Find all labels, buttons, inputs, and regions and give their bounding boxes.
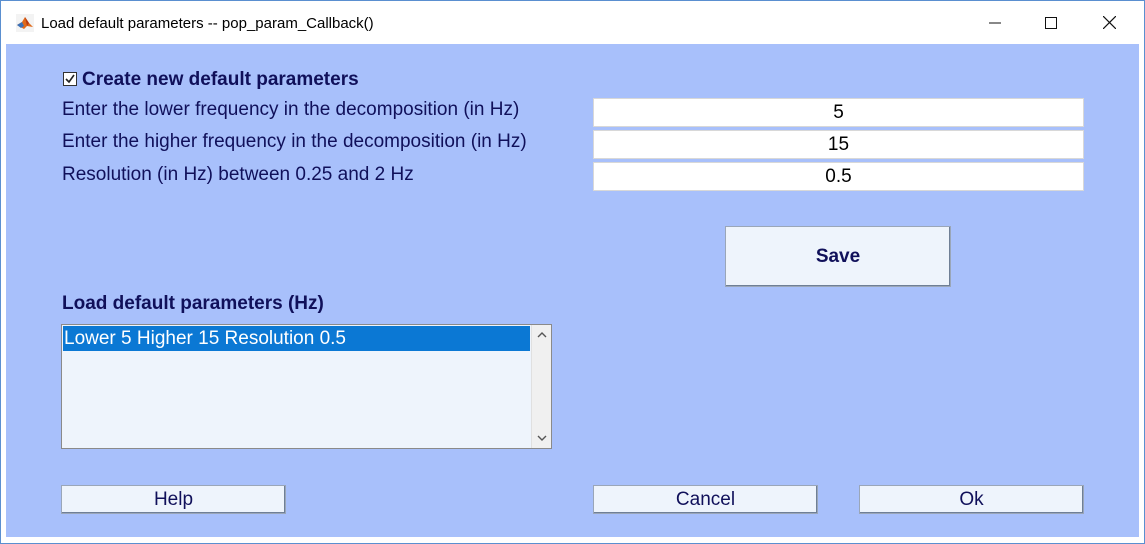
- title-bar: Load default parameters -- pop_param_Cal…: [1, 1, 1144, 44]
- chevron-up-icon: [537, 332, 546, 338]
- dialog-window: Load default parameters -- pop_param_Cal…: [0, 0, 1145, 544]
- ok-button[interactable]: Ok: [859, 485, 1084, 514]
- higher-frequency-input[interactable]: 15: [593, 130, 1084, 159]
- higher-frequency-label: Enter the higher frequency in the decomp…: [62, 131, 527, 152]
- minimize-button[interactable]: [966, 1, 1024, 44]
- dialog-body: Create new default parameters Enter the …: [6, 44, 1139, 537]
- resolution-input[interactable]: 0.5: [593, 162, 1084, 191]
- chevron-down-icon: [537, 435, 546, 441]
- minimize-icon: [989, 22, 1001, 23]
- create-defaults-checkbox[interactable]: [63, 72, 77, 86]
- list-item[interactable]: Lower 5 Higher 15 Resolution 0.5: [63, 326, 530, 351]
- create-defaults-label: Create new default parameters: [82, 69, 359, 90]
- scroll-down-button[interactable]: [532, 428, 551, 448]
- defaults-listbox[interactable]: Lower 5 Higher 15 Resolution 0.5: [61, 324, 552, 449]
- save-button[interactable]: Save: [725, 226, 951, 287]
- maximize-button[interactable]: [1022, 1, 1080, 44]
- lower-frequency-label: Enter the lower frequency in the decompo…: [62, 99, 520, 120]
- matlab-logo-icon: [16, 14, 34, 32]
- maximize-icon: [1045, 16, 1057, 29]
- listbox-scrollbar[interactable]: [531, 325, 551, 448]
- checkmark-icon: [65, 74, 75, 84]
- scroll-up-button[interactable]: [532, 325, 551, 345]
- window-title: Load default parameters -- pop_param_Cal…: [41, 15, 374, 32]
- close-button[interactable]: [1080, 1, 1138, 44]
- resolution-label: Resolution (in Hz) between 0.25 and 2 Hz: [62, 164, 414, 185]
- cancel-button[interactable]: Cancel: [593, 485, 818, 514]
- help-button[interactable]: Help: [61, 485, 286, 514]
- close-icon: [1102, 16, 1116, 29]
- lower-frequency-input[interactable]: 5: [593, 98, 1084, 127]
- load-defaults-heading: Load default parameters (Hz): [62, 293, 324, 314]
